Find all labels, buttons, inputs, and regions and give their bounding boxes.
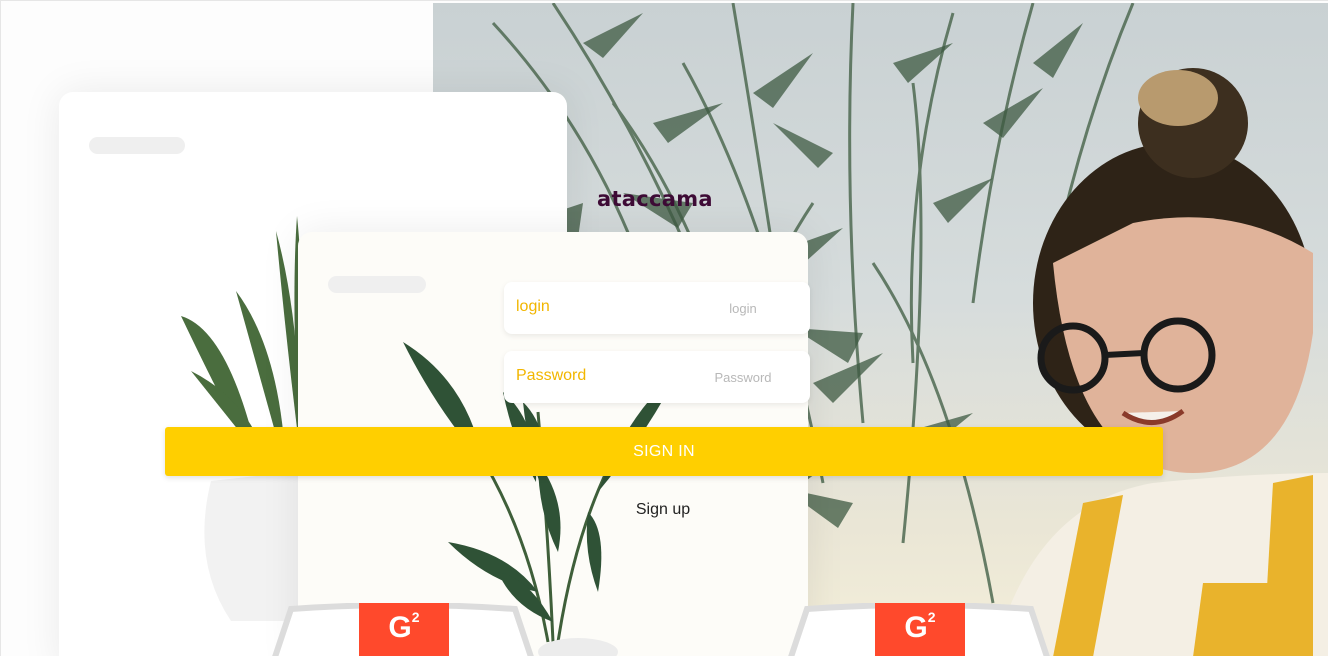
login-page: ataccama login Password SIGN IN Sign up … xyxy=(0,0,1328,656)
sign-in-button[interactable]: SIGN IN xyxy=(165,427,1163,476)
g2-superscript: 2 xyxy=(411,609,420,625)
g2-badge: G2 xyxy=(263,603,543,656)
sign-up-link[interactable]: Sign up xyxy=(613,501,713,519)
brand-logo: ataccama xyxy=(597,187,713,211)
g2-letter: G xyxy=(388,611,412,644)
password-label: Password xyxy=(516,367,587,384)
g2-letter: G xyxy=(904,611,928,644)
login-field: login xyxy=(504,282,810,334)
password-field: Password xyxy=(504,351,810,403)
g2-logo-icon: G2 xyxy=(875,603,965,656)
login-input[interactable] xyxy=(676,291,810,325)
password-input[interactable] xyxy=(676,360,810,394)
g2-badge: G2 xyxy=(779,603,1059,656)
login-label: login xyxy=(516,298,550,315)
g2-logo-icon: G2 xyxy=(359,603,449,656)
g2-superscript: 2 xyxy=(927,609,936,625)
